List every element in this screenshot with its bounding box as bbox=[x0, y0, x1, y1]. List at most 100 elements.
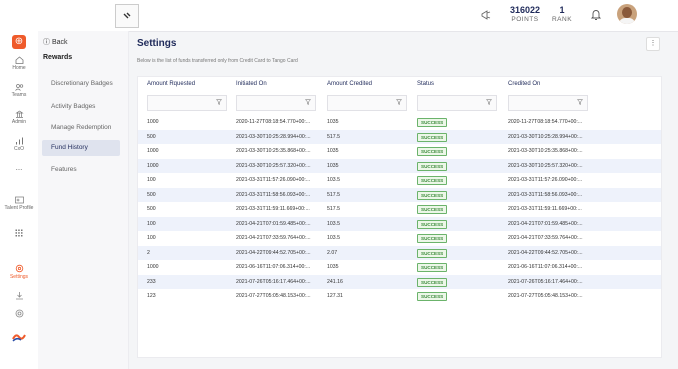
table-row[interactable]: 123 2021-07-27T05:05:48.153+00:... 127.31 S… bbox=[138, 289, 661, 304]
table-row[interactable]: 100 2021-04-21T07:01:59.485+00:... 103.5 SU… bbox=[138, 216, 661, 231]
page-description: Below is the list of funds transferred o… bbox=[137, 58, 298, 64]
lifebuoy-icon bbox=[15, 309, 23, 318]
subnav-item-label: Discretionary Badges bbox=[51, 80, 113, 87]
left-rail: ⊕ Home Teams Admin CxO ... Talent Profil… bbox=[0, 31, 39, 369]
back-arrow-icon: ⓘ bbox=[43, 39, 52, 46]
table-header: Amount Rquested Initiated On Amount Cred… bbox=[138, 77, 661, 93]
column-header-amount-credited[interactable]: Amount Credited bbox=[327, 81, 372, 87]
cell-credited-on: 2021-03-30T10:25:57.320+00:... bbox=[508, 162, 583, 169]
subnav-item-activity-badges[interactable]: Activity Badges bbox=[38, 99, 128, 115]
gear-icon bbox=[15, 264, 23, 273]
cell-amount-credited: 517.5 bbox=[327, 191, 340, 198]
cell-initiated-on: 2021-06-16T11:07:06.314+00:... bbox=[236, 264, 311, 270]
company-logo[interactable] bbox=[115, 4, 139, 28]
column-header-credited-on[interactable]: Credited On bbox=[508, 81, 540, 87]
rail-item-more[interactable]: ... bbox=[0, 163, 38, 172]
chart-icon bbox=[15, 137, 23, 145]
column-header-status[interactable]: Status bbox=[417, 81, 434, 87]
filter-amount-requested[interactable] bbox=[147, 95, 227, 111]
avatar-face bbox=[622, 7, 632, 18]
filter-icon bbox=[396, 99, 402, 105]
rail-item-admin[interactable]: Admin bbox=[0, 110, 38, 125]
cell-credited-on: 2020-11-27T08:18:54.770+00:... bbox=[508, 119, 583, 125]
rank-label: RANK bbox=[551, 16, 573, 23]
bell-icon[interactable] bbox=[590, 8, 602, 21]
rail-item-brand[interactable] bbox=[0, 332, 38, 343]
cell-amount-credited: 1035 bbox=[327, 119, 339, 125]
cell-initiated-on: 2021-04-21T07:33:59.764+00:... bbox=[236, 235, 311, 241]
cell-credited-on: 2021-04-21T07:01:59.485+00:... bbox=[508, 220, 583, 227]
more-options-button[interactable]: ⋮ bbox=[646, 37, 660, 51]
subnav-item-label: Fund History bbox=[51, 144, 88, 151]
status-badge: SUCCESS bbox=[417, 292, 448, 301]
rail-item-settings[interactable]: Settings bbox=[0, 264, 38, 280]
table-row[interactable]: 1000 2021-06-16T11:07:06.314+00:... 1035 SU… bbox=[138, 260, 661, 275]
cell-credited-on: 2021-03-31T11:58:56.093+00:... bbox=[508, 191, 583, 198]
subnav-item-manage-redemption[interactable]: Manage Redemption bbox=[38, 120, 128, 136]
rail-teams-label: Teams bbox=[11, 92, 27, 98]
subnav-item-label: Features bbox=[51, 166, 77, 173]
status-badge: SUCCESS bbox=[417, 118, 448, 127]
table-row[interactable]: 500 2021-03-30T10:25:28.994+00:... 517.5 SU… bbox=[138, 129, 661, 144]
cell-amount-credited: 241.16 bbox=[327, 278, 343, 285]
rail-item-home[interactable]: Home bbox=[0, 56, 38, 71]
cell-credited-on: 2021-03-30T10:25:28.994+00:... bbox=[508, 133, 583, 140]
column-header-amount-requested[interactable]: Amount Rquested bbox=[147, 81, 195, 87]
table-row[interactable]: 500 2021-03-31T11:59:11.669+00:... 517.5 SU… bbox=[138, 202, 661, 217]
subnav-item-fund-history[interactable]: Fund History bbox=[42, 140, 120, 156]
table-row[interactable]: 100 2021-04-21T07:33:59.764+00:... 103.5 SU… bbox=[138, 231, 661, 246]
points-label: POINTS bbox=[511, 16, 539, 23]
rail-item-teams[interactable]: Teams bbox=[0, 83, 38, 98]
cell-amount-requested: 100 bbox=[147, 177, 156, 183]
status-badge: SUCCESS bbox=[417, 161, 448, 171]
cell-credited-on: 2021-04-21T07:33:59.764+00:... bbox=[508, 235, 583, 241]
rail-item-download[interactable] bbox=[0, 291, 38, 301]
back-button[interactable]: ⓘ Back bbox=[43, 37, 68, 47]
cell-amount-credited: 517.5 bbox=[327, 206, 340, 212]
teams-icon bbox=[14, 84, 23, 91]
rail-item-talent-profile[interactable]: Talent Profile bbox=[0, 196, 38, 211]
filter-amount-credited[interactable] bbox=[327, 95, 407, 111]
cell-initiated-on: 2020-11-27T08:18:54.770+00:... bbox=[236, 119, 311, 125]
column-header-initiated-on[interactable]: Initiated On bbox=[236, 81, 267, 87]
avatar[interactable] bbox=[617, 4, 637, 24]
cell-initiated-on: 2021-03-30T10:25:28.994+00:... bbox=[236, 133, 311, 140]
filter-credited-on[interactable] bbox=[508, 95, 588, 111]
rail-item-cxo[interactable]: CxO bbox=[0, 137, 38, 152]
home-icon bbox=[15, 56, 23, 64]
cell-amount-requested: 1000 bbox=[147, 148, 159, 154]
filter-initiated-on[interactable] bbox=[236, 95, 316, 111]
id-card-icon bbox=[14, 196, 24, 204]
rail-settings-label: Settings bbox=[9, 274, 29, 280]
cell-initiated-on: 2021-03-31T11:58:56.093+00:... bbox=[236, 191, 311, 198]
table-row[interactable]: 500 2021-03-31T11:58:56.093+00:... 517.5 SU… bbox=[138, 187, 661, 202]
cell-amount-requested: 233 bbox=[147, 278, 156, 285]
subnav-item-discretionary-badges[interactable]: Discretionary Badges bbox=[38, 76, 128, 92]
table-row[interactable]: 233 2021-07-26T05:16:17.464+00:... 241.16 S… bbox=[138, 274, 661, 289]
rail-item-help[interactable] bbox=[0, 309, 38, 319]
table-row[interactable]: 1000 2021-03-30T10:25:57.320+00:... 1035 SU… bbox=[138, 158, 661, 173]
filter-status[interactable] bbox=[417, 95, 497, 111]
table-row[interactable]: 2 2021-04-22T09:44:52.705+00:... 2.07 SUCCE… bbox=[138, 245, 661, 260]
subnav-item-features[interactable]: Features bbox=[38, 162, 128, 178]
cell-amount-requested: 2 bbox=[147, 249, 150, 256]
table-row[interactable]: 1000 2020-11-27T08:18:54.770+00:... 1035 SU… bbox=[138, 115, 661, 130]
status-badge: SUCCESS bbox=[417, 205, 448, 214]
app-switcher-button[interactable]: ⊕ bbox=[12, 35, 26, 49]
megaphone-icon[interactable] bbox=[480, 9, 492, 21]
cell-amount-requested: 1000 bbox=[147, 264, 159, 270]
status-badge: SUCCESS bbox=[417, 219, 448, 229]
subnav-item-label: Manage Redemption bbox=[51, 124, 112, 131]
points-display[interactable]: 316022 POINTS bbox=[507, 5, 543, 24]
rank-display[interactable]: 1 RANK bbox=[550, 5, 574, 24]
cell-amount-requested: 500 bbox=[147, 191, 156, 198]
cell-amount-credited: 1035 bbox=[327, 148, 339, 154]
table-row[interactable]: 1000 2021-03-30T10:25:35.868+00:... 1035 SU… bbox=[138, 144, 661, 159]
cell-credited-on: 2021-07-27T05:05:48.153+00:... bbox=[508, 293, 583, 299]
cell-amount-requested: 500 bbox=[147, 206, 156, 212]
table-row[interactable]: 100 2021-03-31T11:57:26.090+00:... 103.5 SU… bbox=[138, 173, 661, 188]
rail-home-label: Home bbox=[12, 65, 26, 71]
cell-credited-on: 2021-06-16T11:07:06.314+00:... bbox=[508, 264, 583, 270]
cell-amount-requested: 123 bbox=[147, 293, 156, 299]
rail-item-apps[interactable] bbox=[0, 229, 38, 238]
